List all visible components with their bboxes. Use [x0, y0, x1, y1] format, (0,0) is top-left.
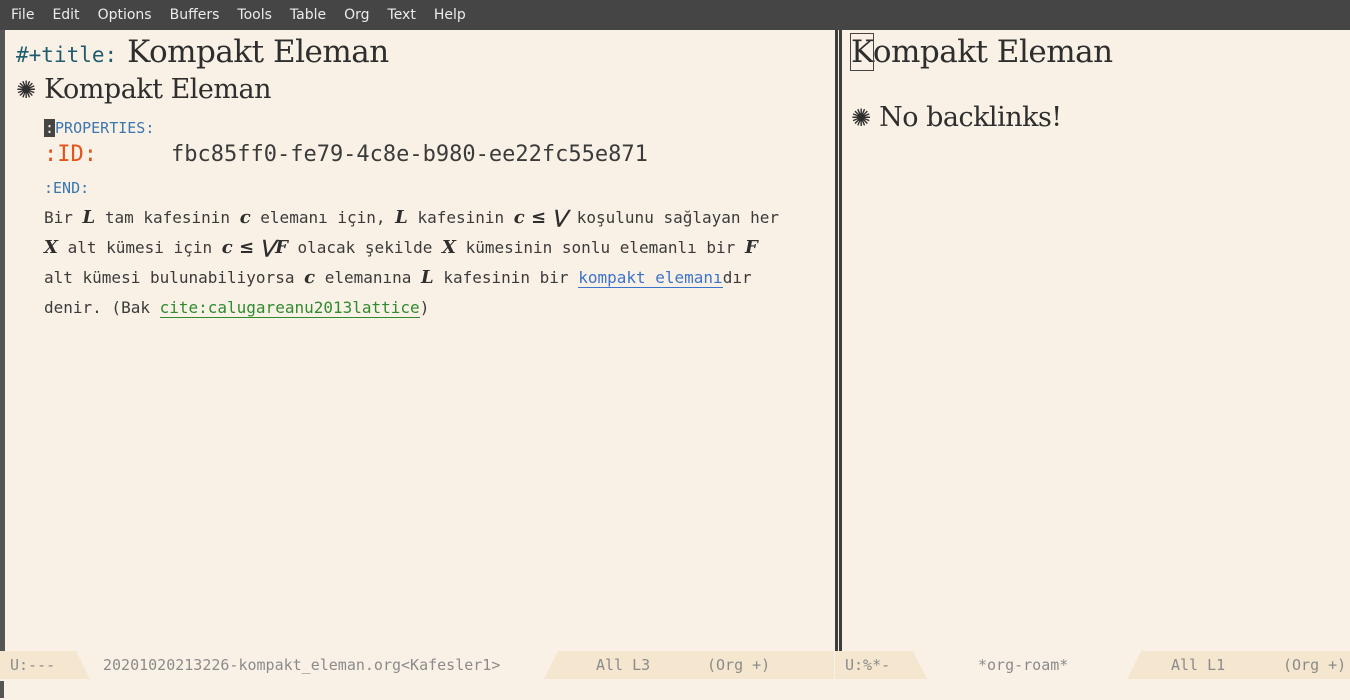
text: alt kümesi bulunabiliyorsa: [44, 268, 305, 287]
math-inline: L: [421, 267, 434, 288]
properties-drawer-begin: :PROPERTIES:: [44, 119, 154, 137]
menu-org[interactable]: Org: [335, 0, 378, 30]
menu-edit[interactable]: Edit: [43, 0, 88, 30]
major-mode[interactable]: (Org +): [707, 651, 770, 679]
title-keyword: #+title:: [16, 43, 118, 67]
title-text: ompakt Eleman: [872, 34, 1113, 70]
math-inline: X: [44, 237, 58, 258]
text: tam kafesinin: [95, 208, 240, 227]
properties-label: PROPERTIES:: [55, 119, 155, 137]
org-heading: ✺ Kompakt Eleman: [16, 74, 271, 105]
org-title-line: #+title: Kompakt Eleman: [16, 34, 389, 70]
divider-line: [835, 30, 838, 651]
property-id-value: fbc85ff0-fe79-4c8e-b980-ee22fc55e871: [171, 142, 648, 167]
minibuffer-cursor: [0, 681, 4, 698]
roam-buffer-title: Kompakt Eleman: [850, 33, 1113, 71]
text: olacak şekilde: [287, 238, 442, 257]
menu-text[interactable]: Text: [379, 0, 425, 30]
math-inline: c ≤ ⋁F: [221, 237, 288, 258]
menu-bar: File Edit Options Buffers Tools Table Or…: [0, 0, 1350, 30]
math-inline: X: [441, 237, 456, 258]
menu-tools[interactable]: Tools: [228, 0, 281, 30]
buffer-position: All L1: [1171, 656, 1226, 674]
mode-line-right: U:%*- *org-roam* All L1 (Org +): [835, 651, 1350, 679]
text: denir. (Bak: [44, 298, 160, 317]
property-id-key: :ID:: [44, 142, 97, 167]
divider-line: [839, 30, 842, 651]
echo-area[interactable]: [0, 679, 1350, 700]
menu-help[interactable]: Help: [425, 0, 475, 30]
body-paragraph: Bir L tam kafesinin c elemanı için, L ka…: [44, 203, 824, 323]
text: koşulunu sağlayan her: [567, 208, 780, 227]
text: dır: [722, 268, 752, 287]
mode-line-separator: [1127, 651, 1141, 679]
text: kümesinin sonlu elemanlı bir: [455, 238, 745, 257]
math-inline: c: [304, 267, 316, 288]
text: kafesinin bir: [433, 268, 579, 287]
menu-buffers[interactable]: Buffers: [161, 0, 229, 30]
paragraph-line: Bir L tam kafesinin c elemanı için, L ka…: [44, 203, 824, 233]
org-roam-pane[interactable]: Kompakt Eleman ✺ No backlinks!: [843, 30, 1350, 651]
paragraph-line: alt kümesi bulunabiliyorsa c elemanına L…: [44, 263, 824, 293]
text: ): [419, 298, 430, 317]
math-inline: L: [395, 207, 408, 228]
window-divider[interactable]: [834, 30, 843, 651]
text-cursor: :: [44, 119, 56, 137]
math-inline: L: [82, 207, 96, 228]
heading-bullet-icon: ✺: [851, 103, 872, 132]
text: elemanına: [315, 268, 422, 287]
heading-bullet-icon: ✺: [16, 75, 37, 104]
roam-link-kompakt-eleman[interactable]: kompakt elemanı: [578, 268, 723, 288]
mode-line-separator: [913, 651, 927, 679]
property-id-line: :ID: fbc85ff0-fe79-4c8e-b980-ee22fc55e87…: [44, 142, 648, 167]
buffer-position: All L3: [596, 656, 651, 674]
paragraph-line: X alt kümesi için c ≤ ⋁F olacak şekilde …: [44, 233, 824, 263]
mode-line-left: U:--- 20201020213226-kompakt_eleman.org<…: [0, 651, 834, 679]
no-backlinks-text: No backlinks!: [879, 102, 1062, 133]
document-title: Kompakt Eleman: [127, 34, 389, 70]
left-editor-pane[interactable]: #+title: Kompakt Eleman ✺ Kompakt Eleman…: [0, 30, 834, 651]
properties-drawer-end: :END:: [44, 179, 90, 197]
heading-text: Kompakt Eleman: [44, 74, 271, 105]
text: alt kümesi için: [57, 238, 222, 257]
buffer-state: U:%*-: [845, 656, 891, 674]
math-inline: c: [239, 207, 251, 228]
menu-table[interactable]: Table: [281, 0, 335, 30]
text: elemanı için,: [250, 208, 396, 227]
citation-link[interactable]: cite:calugareanu2013lattice: [159, 298, 420, 318]
backlinks-heading: ✺ No backlinks!: [851, 102, 1062, 133]
mode-line-separator: [76, 651, 90, 679]
math-inline: c ≤ ⋁: [513, 207, 568, 228]
mode-line-separator: [544, 651, 558, 679]
paragraph-line: denir. (Bak cite:calugareanu2013lattice): [44, 293, 824, 323]
text: kafesinin: [407, 208, 514, 227]
text-cursor: K: [850, 33, 874, 71]
menu-file[interactable]: File: [2, 0, 43, 30]
buffer-name[interactable]: *org-roam*: [927, 651, 1127, 679]
menu-options[interactable]: Options: [89, 0, 161, 30]
buffer-name[interactable]: 20201020213226-kompakt_eleman.org<Kafesl…: [90, 651, 544, 679]
major-mode[interactable]: (Org +): [1283, 651, 1346, 679]
buffer-state: U:---: [10, 656, 56, 674]
math-inline: F: [744, 237, 758, 258]
text: Bir: [44, 208, 83, 227]
